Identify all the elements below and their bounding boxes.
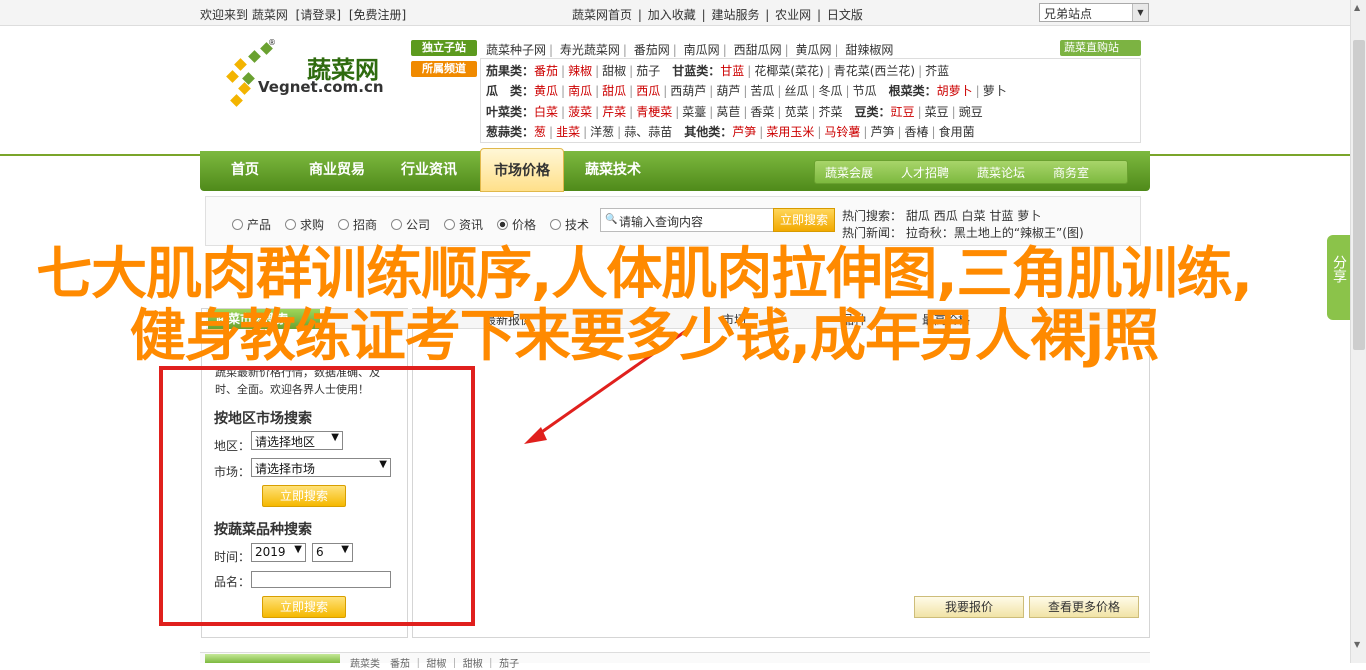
- scrollbar[interactable]: ▲ ▼: [1350, 0, 1366, 663]
- share-label: 分享: [1331, 255, 1347, 283]
- share-tab[interactable]: 分享: [1327, 235, 1351, 320]
- scroll-down-icon[interactable]: ▼: [1354, 640, 1360, 649]
- overlay-title: 七大肌肉群训练顺序,人体肌肉拉伸图,三角肌训练,健身教练证考下来要多少钱,成年男…: [36, 242, 1253, 369]
- scroll-up-icon[interactable]: ▲: [1354, 3, 1360, 12]
- scroll-thumb[interactable]: [1353, 40, 1365, 350]
